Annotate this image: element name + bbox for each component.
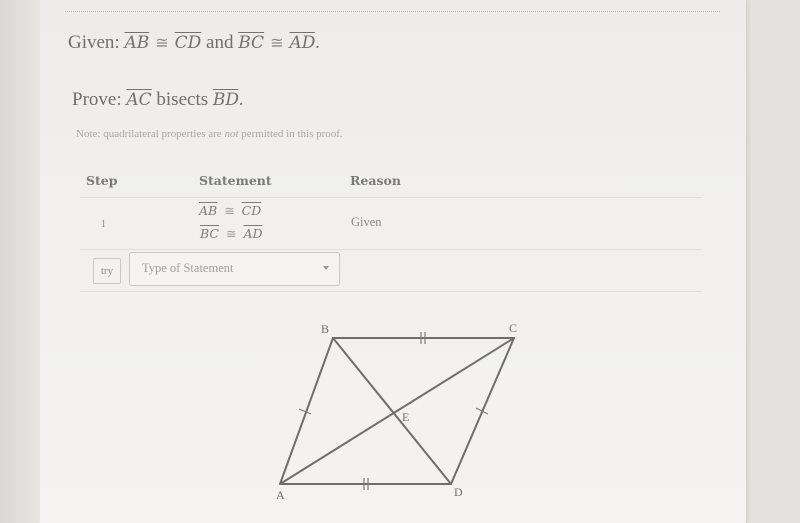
label-b: B [321, 322, 329, 336]
label-c: C [509, 321, 517, 335]
side-ab [279, 337, 334, 485]
diagonal-ac [279, 337, 515, 485]
label-a: A [276, 488, 285, 502]
label-e: E [402, 410, 409, 424]
label-d: D [454, 485, 463, 499]
parallelogram-figure: B C A D E [276, 321, 517, 502]
diagonal-bd [332, 337, 452, 485]
